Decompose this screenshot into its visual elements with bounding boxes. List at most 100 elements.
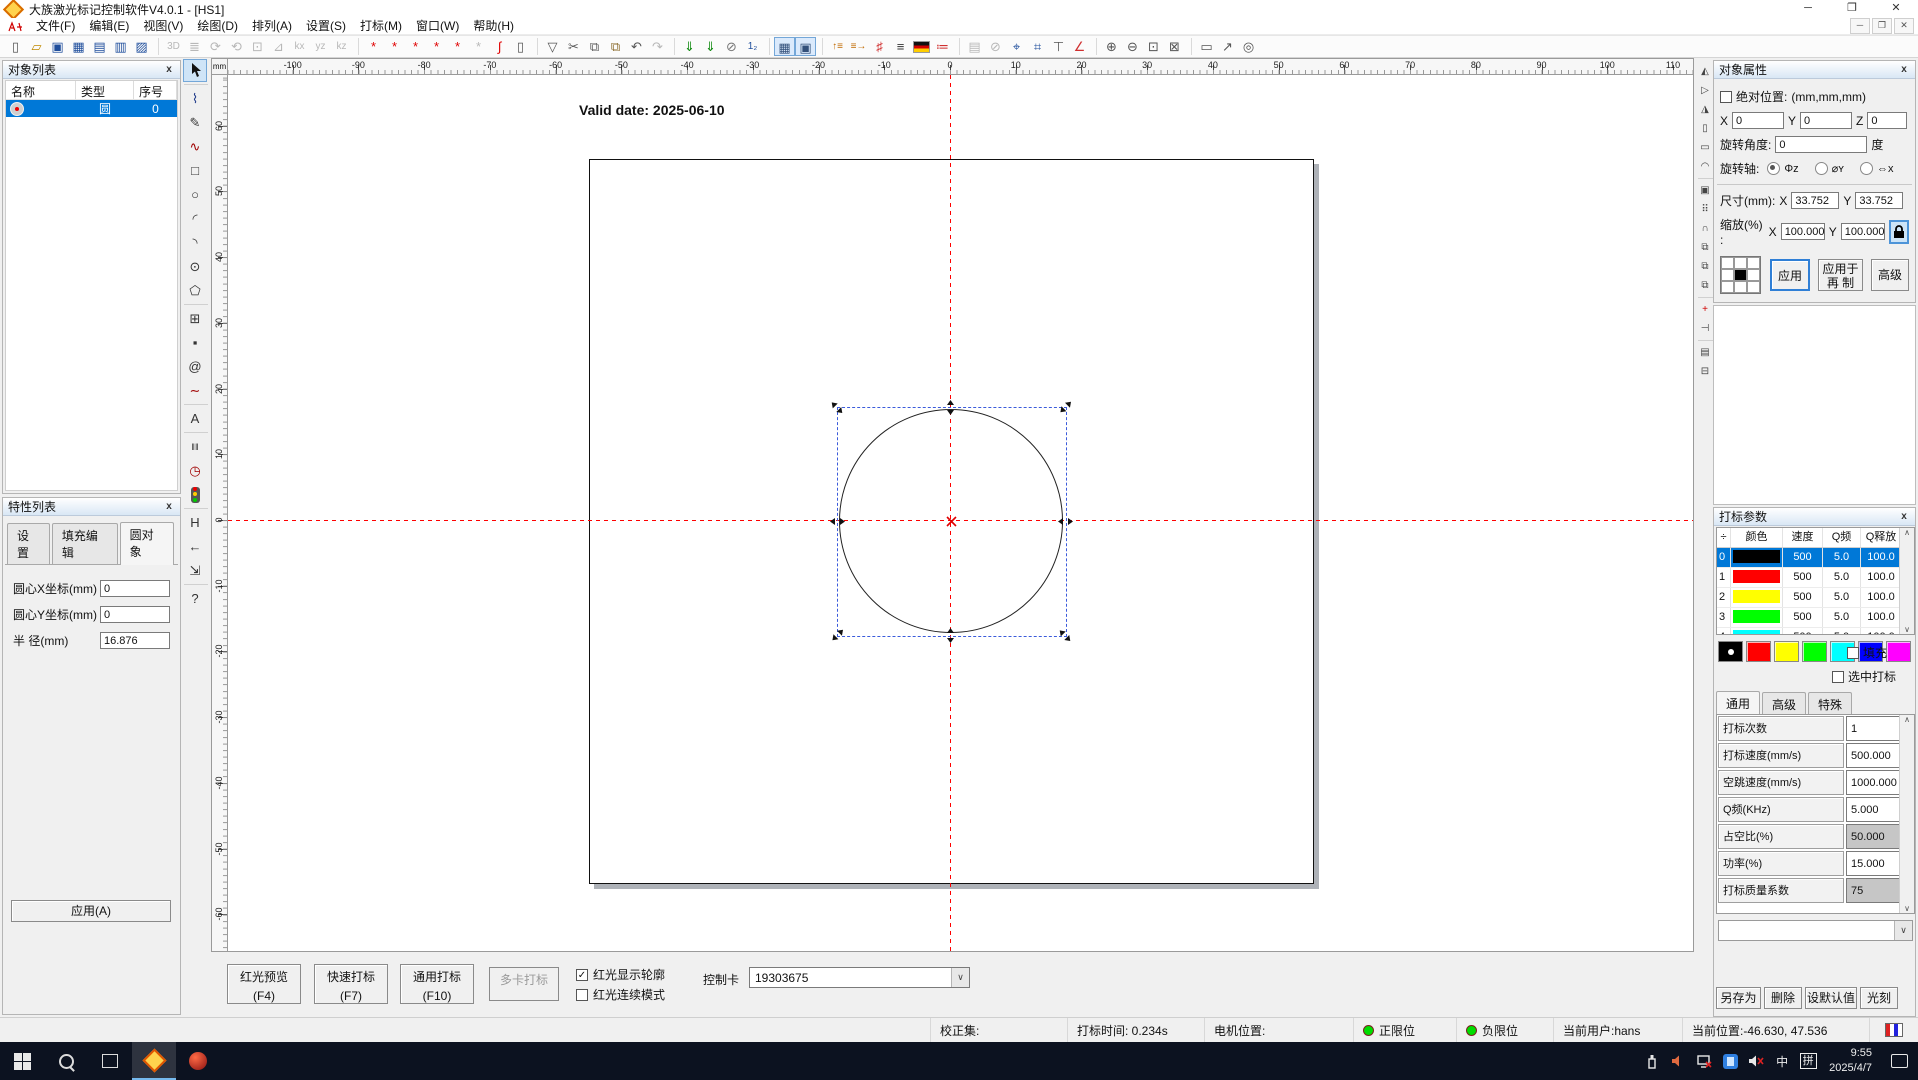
y-input[interactable]: 0 (1800, 112, 1852, 129)
anchor-grid[interactable] (1720, 256, 1761, 294)
start-button[interactable] (0, 1042, 44, 1080)
zoom-all-icon[interactable]: ⊠ (1164, 37, 1185, 56)
dots-grid-icon[interactable]: ⠿ (1697, 200, 1713, 219)
color-swatch-7[interactable] (1886, 641, 1911, 662)
polygon-tool[interactable]: ⬠ (183, 279, 207, 302)
device-app-tray-icon[interactable] (1717, 1042, 1743, 1080)
volume-muted-tray-icon[interactable] (1743, 1042, 1769, 1080)
search-button[interactable] (44, 1042, 88, 1080)
node-edit-tool[interactable]: ⌇ (183, 87, 207, 110)
pen-column-速度[interactable]: 速度 (1783, 528, 1823, 547)
param-button-设默认值[interactable]: 设默认值 (1805, 987, 1857, 1009)
menu-item-7[interactable]: 打标(M) (353, 18, 409, 34)
work-area[interactable]: Valid date: 2025-06-10 (228, 75, 1693, 951)
field-input-1[interactable]: 0 (100, 580, 170, 597)
param-input[interactable]: 5.000 (1846, 797, 1901, 822)
pen-column-Q频[interactable]: Q频 (1823, 528, 1861, 547)
scale-x-input[interactable]: 100.000 (1781, 223, 1825, 240)
barcode-tool[interactable]: ‖‖ (183, 435, 207, 458)
measure-icon[interactable]: ↗ (1217, 37, 1238, 56)
color-swatch-1[interactable] (1718, 641, 1743, 662)
close-icon[interactable]: x (1898, 64, 1910, 75)
absolute-position-checkbox[interactable] (1720, 91, 1732, 103)
audio-device-tray-icon[interactable] (1665, 1042, 1691, 1080)
rect-tool[interactable]: □ (183, 159, 207, 182)
pen-row-0[interactable]: 05005.0100.0 (1717, 548, 1914, 568)
pen-row-3[interactable]: 35005.0100.0 (1717, 608, 1914, 628)
cut-icon[interactable]: ✂ (563, 37, 584, 56)
mark-button-快速打标[interactable]: 快速打标(F7) (314, 964, 388, 1004)
light-tool[interactable] (183, 483, 207, 506)
menu-item-5[interactable]: 排列(A) (245, 18, 299, 34)
mark-button-红光预览[interactable]: 红光预览(F4) (227, 964, 301, 1004)
pin-icon[interactable]: ⊤ (1048, 37, 1069, 56)
pen-row-2[interactable]: 25005.0100.0 (1717, 588, 1914, 608)
polyline-tool[interactable]: ∿ (183, 135, 207, 158)
rotate-axis-radio-1[interactable] (1767, 162, 1780, 175)
size-y-input[interactable]: 33.752 (1855, 192, 1903, 209)
import-vector-icon[interactable]: ⇓ (700, 37, 721, 56)
close-icon[interactable]: x (163, 64, 175, 75)
param-button-另存为[interactable]: 另存为 (1716, 987, 1761, 1009)
open-file-icon[interactable]: ▱ (26, 37, 47, 56)
sort-right-icon[interactable]: ≡→ (848, 37, 869, 56)
mark-star-3-icon[interactable]: * (405, 37, 426, 56)
angle-pen-icon[interactable]: ∠ (1069, 37, 1090, 56)
new-file-icon[interactable]: ▯ (5, 37, 26, 56)
menu-item-1[interactable]: 文件(F) (29, 18, 82, 34)
z-input[interactable]: 0 (1867, 112, 1907, 129)
target-icon[interactable]: ⌖ (1006, 37, 1027, 56)
pen-row-1[interactable]: 15005.0100.0 (1717, 568, 1914, 588)
list-help-icon[interactable]: ≔ (932, 37, 953, 56)
wave-tool[interactable]: ∼ (183, 379, 207, 402)
undo-icon[interactable]: ↶ (626, 37, 647, 56)
grab-hand-icon[interactable]: ⌗ (1027, 37, 1048, 56)
save-g-icon[interactable]: ▨ (131, 37, 152, 56)
io-mark-icon[interactable]: ⊣ (1697, 319, 1713, 338)
resize-handle-s[interactable] (943, 627, 959, 643)
apply-button[interactable]: 应用(A) (11, 900, 171, 922)
ellipse-tool[interactable]: ○ (183, 183, 207, 206)
shape-fill-icon[interactable]: ▣ (1697, 181, 1713, 200)
mark-star-4-icon[interactable]: * (426, 37, 447, 56)
apply-to-copy-button[interactable]: 应用于 再 制 (1818, 259, 1863, 291)
output-port-tool[interactable]: ← (183, 535, 207, 558)
node-mark-icon[interactable]: ♯ (869, 37, 890, 56)
save-v-icon[interactable]: ▤ (89, 37, 110, 56)
column-header-3[interactable]: 序号 (134, 81, 177, 99)
help-tool[interactable]: ? (183, 587, 207, 610)
curve-fit-icon[interactable]: ∩ (1697, 219, 1713, 238)
zoom-find-icon[interactable]: ◎ (1238, 37, 1259, 56)
tab-圆对象[interactable]: 圆对象 (120, 522, 174, 565)
child-restore-button[interactable]: ❐ (1872, 18, 1892, 34)
close-button[interactable]: ✕ (1874, 0, 1918, 18)
delay-tool[interactable]: ◷ (183, 459, 207, 482)
chevron-down-icon[interactable]: ∨ (951, 968, 969, 987)
rotate-axis-radio-3[interactable] (1860, 162, 1873, 175)
lock-ratio-button[interactable] (1889, 220, 1909, 244)
rotate-angle-input[interactable]: 0 (1775, 136, 1867, 153)
tab-填充编辑[interactable]: 填充编辑 (52, 523, 118, 564)
copy-object-2-icon[interactable]: ⧉ (1697, 257, 1713, 276)
pen-tool[interactable]: ✎ (183, 111, 207, 134)
chevron-down-icon[interactable]: ∨ (1894, 921, 1912, 940)
drawing-canvas[interactable]: mm -100-90-80-70-60-50-40-30-20-10010203… (211, 58, 1694, 952)
menu-item-6[interactable]: 设置(S) (299, 18, 353, 34)
task-view-button[interactable] (88, 1042, 132, 1080)
menu-item-9[interactable]: 帮助(H) (466, 18, 521, 34)
zoom-out-icon[interactable]: ⊖ (1122, 37, 1143, 56)
input-port-tool[interactable]: H (183, 511, 207, 534)
menu-item-4[interactable]: 绘图(D) (190, 18, 245, 34)
control-card-select[interactable]: 19303675 ∨ (749, 967, 970, 988)
mark-selected-checkbox[interactable] (1832, 671, 1844, 683)
action-center-button[interactable] (1880, 1042, 1918, 1080)
sort-up-icon[interactable]: ↑≡ (827, 37, 848, 56)
menu-item-3[interactable]: 视图(V) (136, 18, 190, 34)
eraser-icon[interactable]: ⊘ (721, 37, 742, 56)
mark-star-1-icon[interactable]: * (363, 37, 384, 56)
advanced-button[interactable]: 高级 (1871, 259, 1909, 291)
text-tool[interactable]: A (183, 407, 207, 430)
pen-column-颜色[interactable]: 颜色 (1731, 528, 1783, 547)
fill-checkbox[interactable] (1847, 647, 1859, 659)
paste-icon[interactable]: ⧉ (605, 37, 626, 56)
